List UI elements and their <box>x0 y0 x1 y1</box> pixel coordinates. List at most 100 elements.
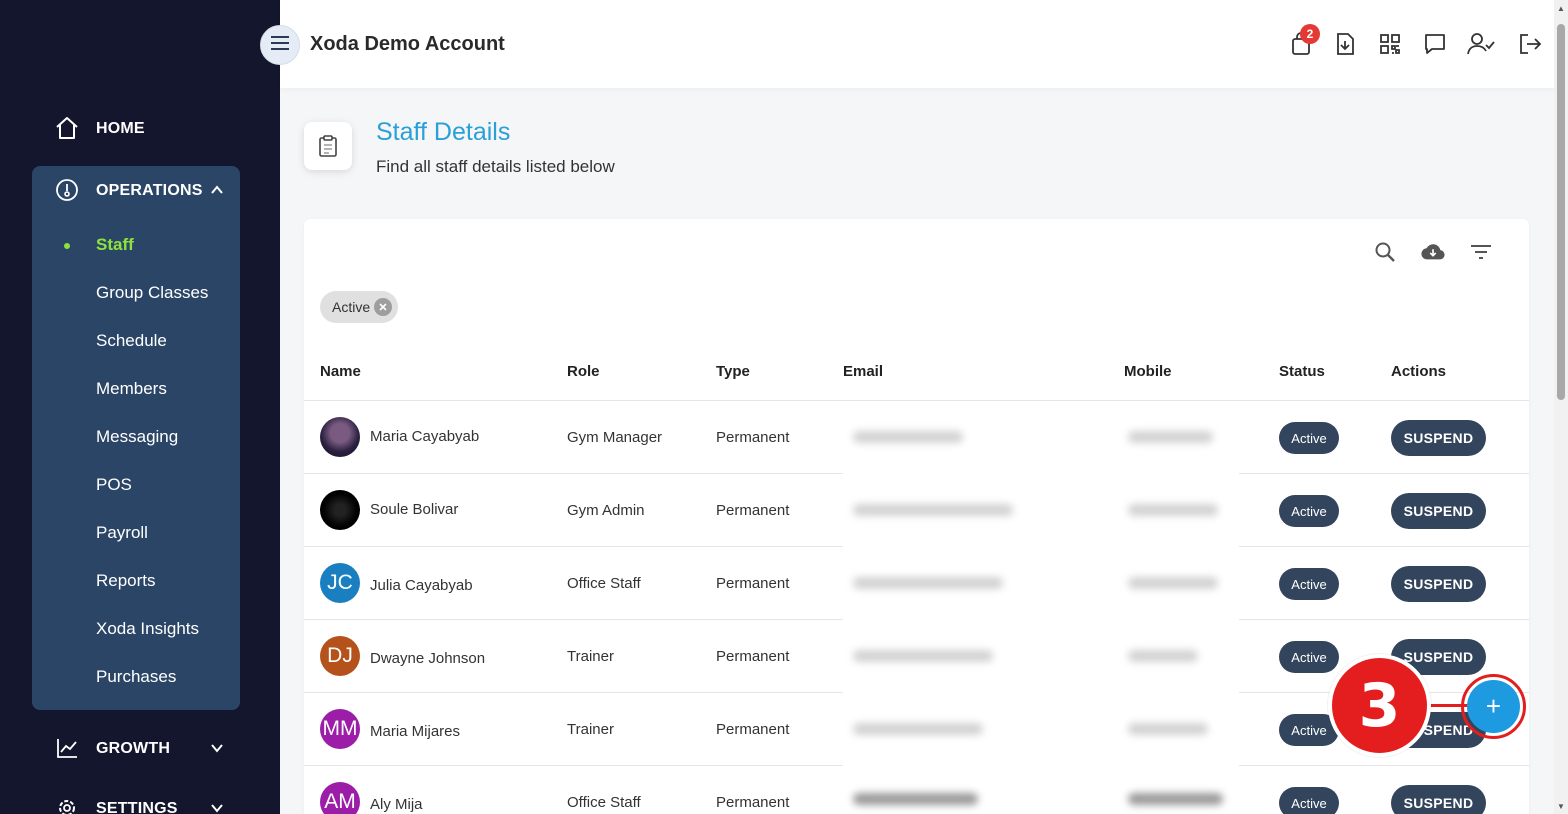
staff-type: Permanent <box>716 648 790 665</box>
sidebar-item-members[interactable]: Members <box>96 377 167 401</box>
staff-type: Permanent <box>716 429 790 446</box>
nav-operations[interactable]: OPERATIONS <box>0 166 280 214</box>
chevron-down-icon <box>208 739 226 757</box>
cloud-download-icon[interactable] <box>1421 240 1445 264</box>
scroll-up-arrow-icon[interactable]: ▲ <box>1555 2 1567 14</box>
sidebar-item-schedule[interactable]: Schedule <box>96 329 167 353</box>
redacted-contact-area <box>843 401 1239 807</box>
avatar-initials: MM <box>320 709 360 749</box>
sidebar-item-payroll[interactable]: Payroll <box>96 521 148 545</box>
filter-chip-active[interactable]: Active <box>320 291 398 323</box>
staff-role: Office Staff <box>567 575 641 592</box>
status-badge: Active <box>1279 422 1339 454</box>
logout-icon[interactable] <box>1516 30 1544 58</box>
staff-name: Aly Mija <box>370 796 423 813</box>
chevron-up-icon <box>208 181 226 199</box>
blurred-email <box>853 504 1013 516</box>
staff-name: Maria Mijares <box>370 723 461 740</box>
suspend-button[interactable]: SUSPEND <box>1391 785 1486 814</box>
operations-icon <box>54 177 80 203</box>
status-badge: Active <box>1279 641 1339 673</box>
sidebar-item-purchases[interactable]: Purchases <box>96 665 176 689</box>
column-header-actions: Actions <box>1391 363 1447 380</box>
menu-toggle-button[interactable] <box>260 25 300 65</box>
sidebar-item-staff[interactable]: Staff <box>96 233 134 257</box>
nav-growth-label: GROWTH <box>96 740 171 757</box>
remove-filter-icon[interactable] <box>374 298 392 316</box>
sidebar-item-group-classes[interactable]: Group Classes <box>96 281 208 305</box>
suspend-button[interactable]: SUSPEND <box>1391 566 1486 602</box>
staff-name: Maria Cayabyab <box>370 428 480 445</box>
staff-name: Dwayne Johnson <box>370 650 486 667</box>
cart-badge: 2 <box>1300 24 1320 44</box>
filter-chip-label: Active <box>332 299 371 315</box>
blurred-mobile <box>1128 793 1223 805</box>
staff-type: Permanent <box>716 502 790 519</box>
download-document-icon[interactable] <box>1331 30 1359 58</box>
staff-type: Permanent <box>716 794 790 811</box>
blurred-email <box>853 793 978 805</box>
growth-chart-icon <box>54 735 80 761</box>
status-badge: Active <box>1279 495 1339 527</box>
blurred-mobile <box>1128 431 1213 443</box>
nav-settings-label: SETTINGS <box>96 800 178 814</box>
column-header-role: Role <box>567 363 600 380</box>
avatar-initials: DJ <box>320 636 360 676</box>
sidebar-item-pos[interactable]: POS <box>96 473 132 497</box>
nav-growth[interactable]: GROWTH <box>0 724 280 772</box>
step-number-marker: 3 <box>1328 654 1431 757</box>
scrollbar-thumb[interactable] <box>1557 24 1565 400</box>
blurred-mobile <box>1128 723 1208 735</box>
staff-role: Gym Admin <box>567 502 645 519</box>
column-header-name: Name <box>320 363 361 380</box>
column-header-status: Status <box>1279 363 1325 380</box>
column-header-email: Email <box>843 363 884 380</box>
blurred-mobile <box>1128 504 1218 516</box>
active-indicator-dot <box>64 243 70 249</box>
hamburger-icon <box>271 35 289 55</box>
staff-role: Office Staff <box>567 794 641 811</box>
staff-name: Julia Cayabyab <box>370 577 473 594</box>
blurred-email <box>853 650 993 662</box>
nav-home-label: HOME <box>96 120 145 137</box>
avatar-photo <box>320 417 360 457</box>
user-check-icon[interactable] <box>1467 30 1495 58</box>
nav-settings[interactable]: SETTINGS <box>0 784 280 814</box>
staff-type: Permanent <box>716 575 790 592</box>
sidebar-item-reports[interactable]: Reports <box>96 569 156 593</box>
add-staff-button[interactable]: + <box>1467 680 1520 733</box>
chat-icon[interactable] <box>1421 30 1449 58</box>
status-badge: Active <box>1279 568 1339 600</box>
suspend-button[interactable]: SUSPEND <box>1391 493 1486 529</box>
staff-role: Trainer <box>567 648 614 665</box>
staff-type: Permanent <box>716 721 790 738</box>
avatar-initials: AM <box>320 782 360 814</box>
sidebar-item-xoda-insights[interactable]: Xoda Insights <box>96 617 199 641</box>
chevron-down-icon <box>208 799 226 814</box>
scroll-down-arrow-icon[interactable]: ▼ <box>1555 800 1567 812</box>
avatar-photo <box>320 490 360 530</box>
qr-code-icon[interactable] <box>1376 30 1404 58</box>
clipboard-icon <box>304 122 352 170</box>
page-subtitle: Find all staff details listed below <box>376 157 615 176</box>
nav-home[interactable]: HOME <box>0 104 280 152</box>
column-header-type: Type <box>716 363 750 380</box>
suspend-button[interactable]: SUSPEND <box>1391 420 1486 456</box>
blurred-email <box>853 723 983 735</box>
column-header-mobile: Mobile <box>1124 363 1172 380</box>
filter-icon[interactable] <box>1469 240 1493 264</box>
gear-icon <box>54 795 80 814</box>
page-title: Staff Details <box>376 118 511 146</box>
blurred-email <box>853 431 963 443</box>
account-title: Xoda Demo Account <box>310 33 505 55</box>
staff-role: Trainer <box>567 721 614 738</box>
blurred-mobile <box>1128 650 1198 662</box>
staff-name: Soule Bolivar <box>370 501 459 518</box>
blurred-mobile <box>1128 577 1218 589</box>
avatar-initials: JC <box>320 563 360 603</box>
blurred-email <box>853 577 1003 589</box>
sidebar-item-messaging[interactable]: Messaging <box>96 425 178 449</box>
staff-role: Gym Manager <box>567 429 663 446</box>
search-icon[interactable] <box>1373 240 1397 264</box>
sidebar: HOME OPERATIONS Staff Group Classes Sche… <box>0 0 280 814</box>
